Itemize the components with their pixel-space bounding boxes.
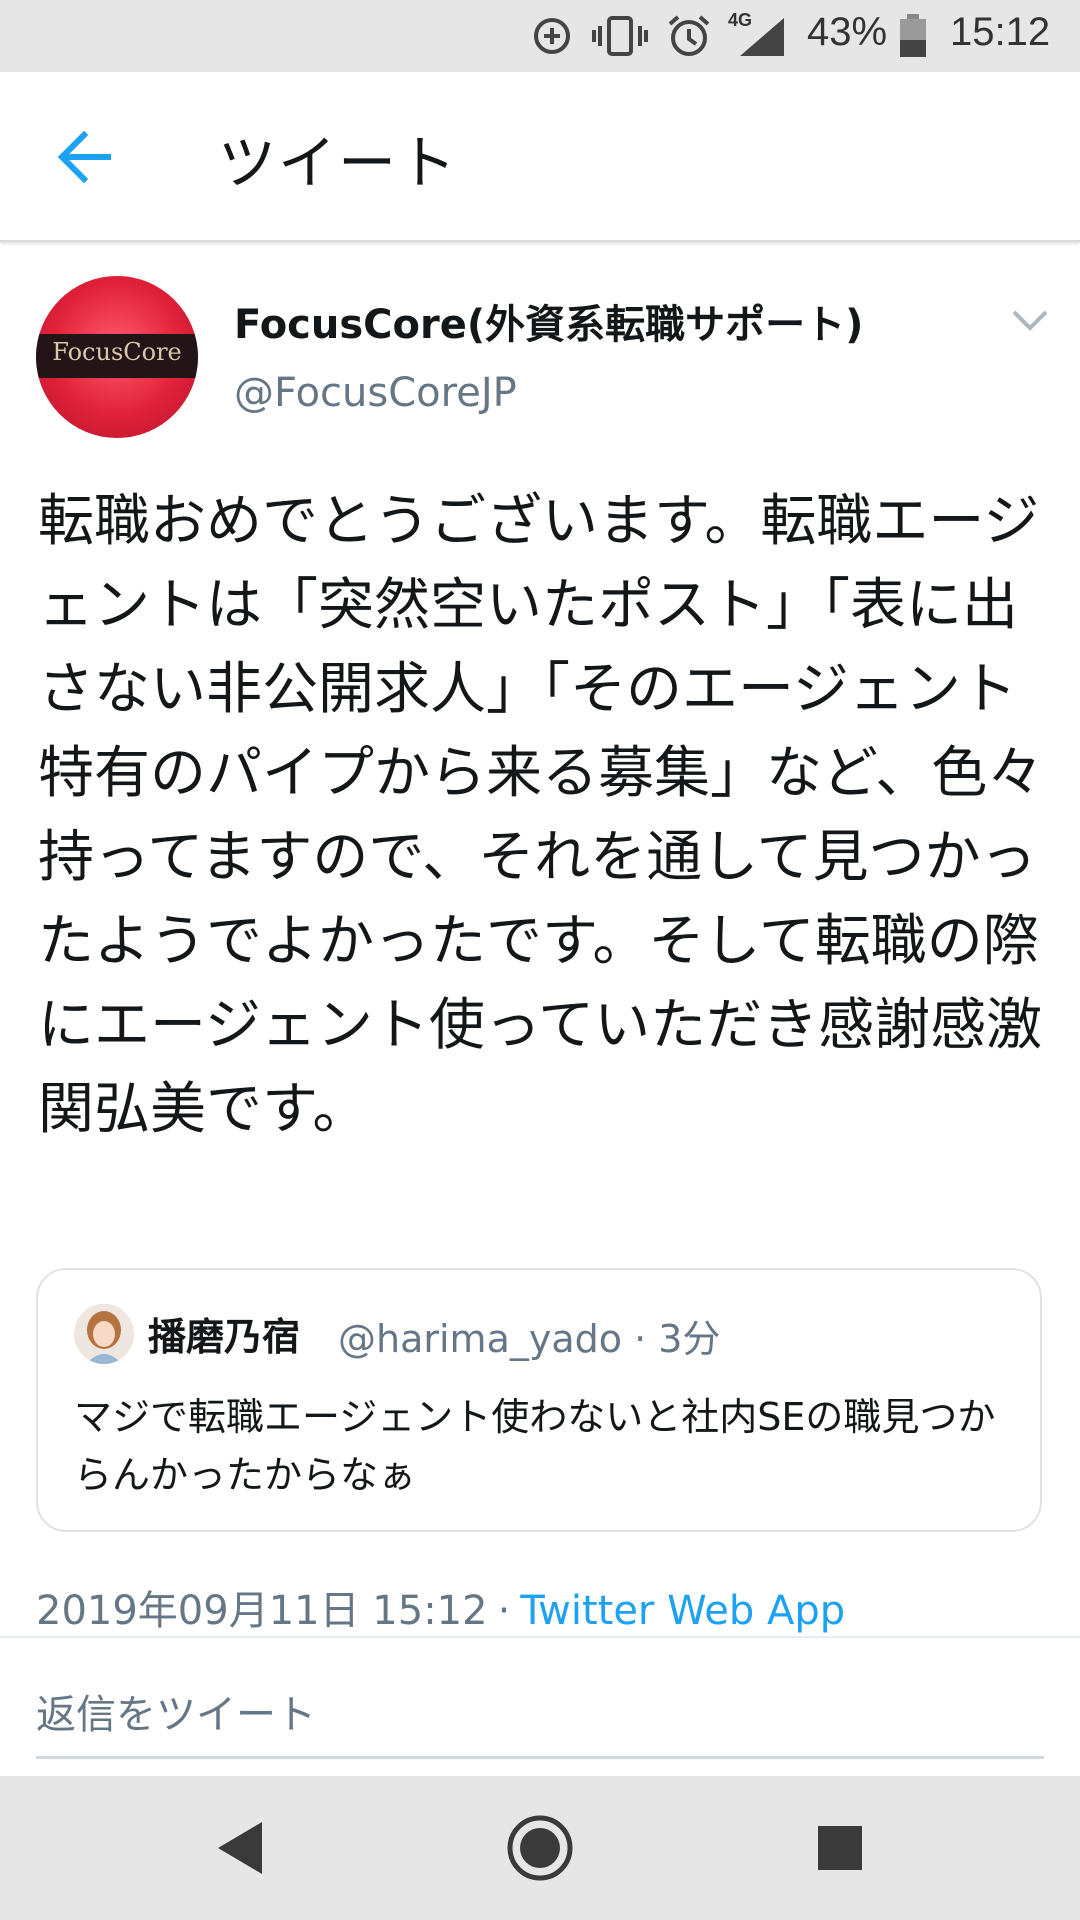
status-bar: 4G 43% 15:12 <box>0 0 1080 72</box>
quoted-text: マジで転職エージェント使わないと社内SEの職見つからんかったからなぁ <box>74 1395 996 1497</box>
signal-icon <box>740 18 784 56</box>
meta-separator: · <box>497 1588 511 1634</box>
page-title: ツイート <box>218 129 459 197</box>
reply-input-underline <box>36 1756 1044 1759</box>
reply-input[interactable]: 返信をツイート <box>36 1682 316 1740</box>
tweet-text: 転職おめでとうございます。転職エージェントは「突然空いたポスト」「表に出さない非… <box>38 489 1044 1142</box>
quoted-avatar <box>74 1304 134 1364</box>
nav-recents-icon[interactable] <box>800 1808 880 1888</box>
chevron-down-icon[interactable] <box>1008 302 1052 338</box>
clock: 15:12 <box>950 10 1051 54</box>
quoted-tweet[interactable]: 播磨乃宿 @harima_yado · 3分 マジで転職エージェント使わないと社… <box>36 1268 1042 1532</box>
back-arrow-icon[interactable] <box>50 122 120 192</box>
navigation-bar <box>0 1776 1080 1920</box>
nav-home-icon[interactable] <box>500 1808 580 1888</box>
battery-icon <box>900 14 926 57</box>
quoted-avatar-image <box>74 1304 134 1364</box>
tweet-client-link[interactable]: Twitter Web App <box>520 1588 845 1634</box>
data-saver-icon <box>534 18 570 54</box>
author-handle[interactable]: @FocusCoreJP <box>234 370 517 416</box>
nav-back-icon[interactable] <box>200 1808 280 1888</box>
vibrate-icon <box>592 16 648 56</box>
quoted-handle: @harima_yado · 3分 <box>338 1317 721 1361</box>
divider <box>0 1636 1080 1638</box>
battery-percent: 43% <box>807 10 888 54</box>
avatar-logo-text: FocusCore <box>52 338 182 366</box>
tweet-meta: 2019年09月11日 15:12 · Twitter Web App <box>36 1578 845 1636</box>
author-display-name[interactable]: FocusCore(外資系転職サポート) <box>234 292 863 350</box>
avatar[interactable]: FocusCore <box>36 276 198 438</box>
app-bar: ツイート <box>0 72 1080 242</box>
quoted-display-name: 播磨乃宿 <box>148 1315 301 1359</box>
tweet-timestamp: 2019年09月11日 15:12 <box>36 1588 488 1634</box>
alarm-icon <box>668 15 710 56</box>
